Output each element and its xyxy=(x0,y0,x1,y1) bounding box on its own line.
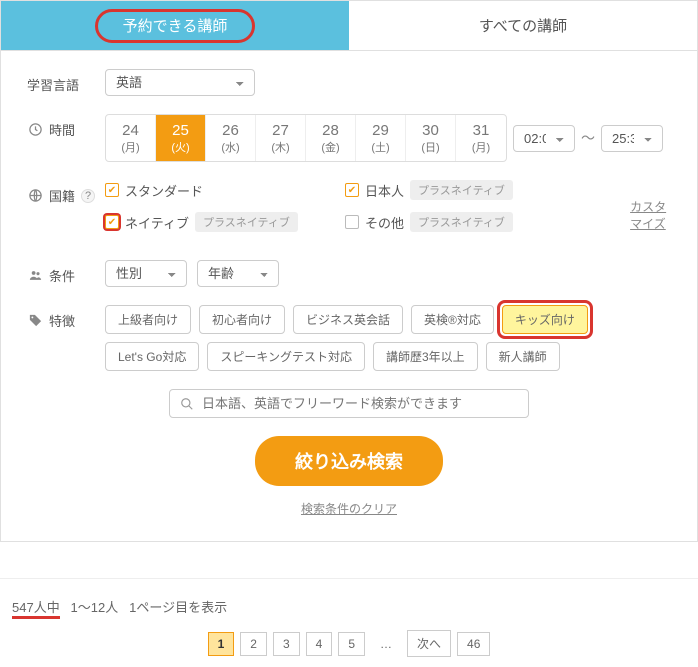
date-num: 27 xyxy=(272,122,289,139)
feature-tag[interactable]: ビジネス英会話 xyxy=(293,305,403,334)
page-ellipsis: … xyxy=(371,633,401,655)
time-from-select[interactable]: 02:00 xyxy=(513,125,575,152)
feature-tag[interactable]: 新人講師 xyxy=(486,342,560,371)
feature-tag[interactable]: 講師歴3年以上 xyxy=(373,342,478,371)
date-dow: (水) xyxy=(221,139,239,155)
pagination: 12345 … 次へ46 xyxy=(12,630,686,657)
row-label-time: 時間 xyxy=(27,114,105,139)
globe-icon xyxy=(27,188,43,204)
nationality-label: その他 xyxy=(365,213,404,232)
date-num: 28 xyxy=(322,122,339,139)
filter-search-button[interactable]: 絞り込み検索 xyxy=(255,436,443,486)
checkbox[interactable] xyxy=(345,215,359,229)
plus-native-tag: プラスネイティブ xyxy=(195,212,298,232)
row-label-language: 学習言語 xyxy=(27,69,105,94)
nationality-label: スタンダード xyxy=(125,181,203,200)
feature-tag[interactable]: 初心者向け xyxy=(199,305,285,334)
date-cell[interactable]: 31(月) xyxy=(456,115,506,161)
results-range: 1〜12人 xyxy=(71,600,119,615)
page-number[interactable]: 3 xyxy=(273,632,300,656)
feature-tag[interactable]: キッズ向け xyxy=(502,305,588,334)
row-label-features: 特徴 xyxy=(27,305,105,330)
date-cell[interactable]: 29(土) xyxy=(356,115,406,161)
date-num: 24 xyxy=(122,122,139,139)
checkbox[interactable]: ✔ xyxy=(105,183,119,197)
row-label-nationality: 国籍 ? xyxy=(27,180,105,205)
plus-native-tag: プラスネイティブ xyxy=(410,212,513,232)
tab-label: 予約できる講師 xyxy=(123,18,228,35)
date-cell[interactable]: 25(火) xyxy=(156,115,206,161)
date-cell[interactable]: 27(木) xyxy=(256,115,306,161)
customize-link[interactable]: カスタマイズ xyxy=(630,198,671,232)
date-num: 26 xyxy=(222,122,239,139)
checkbox[interactable]: ✔ xyxy=(105,215,119,229)
nationality-item: ✔ ネイティブプラスネイティブ xyxy=(105,212,305,232)
page-number[interactable]: 4 xyxy=(306,632,333,656)
time-to-select[interactable]: 25:30 xyxy=(601,125,663,152)
nationality-label: 日本人 xyxy=(365,181,404,200)
info-icon[interactable]: ? xyxy=(81,189,95,203)
feature-tags: 上級者向け初心者向けビジネス英会話英検®対応キッズ向け Let's Go対応スピー… xyxy=(105,305,671,371)
date-num: 31 xyxy=(473,122,490,139)
page-next[interactable]: 次へ xyxy=(407,630,451,657)
page-number[interactable]: 5 xyxy=(338,632,365,656)
nationality-label: ネイティブ xyxy=(125,213,189,232)
clear-filters-link[interactable]: 検索条件のクリア xyxy=(27,500,671,517)
tab-available-teachers[interactable]: 予約できる講師 xyxy=(1,1,349,50)
checkbox[interactable]: ✔ xyxy=(345,183,359,197)
language-select[interactable]: 英語 xyxy=(105,69,255,96)
feature-tag[interactable]: Let's Go対応 xyxy=(105,342,199,371)
tab-label: すべての講師 xyxy=(479,18,567,35)
date-num: 30 xyxy=(422,122,439,139)
date-picker: 24(月)25(火)26(水)27(木)28(金)29(土)30(日)31(月) xyxy=(105,114,507,162)
date-cell[interactable]: 28(金) xyxy=(306,115,356,161)
clock-icon xyxy=(27,122,43,138)
nationality-item: ✔ 日本人プラスネイティブ xyxy=(345,180,545,200)
page-number[interactable]: 1 xyxy=(208,632,235,656)
time-separator: 〜 xyxy=(581,128,595,148)
tab-all-teachers[interactable]: すべての講師 xyxy=(349,1,697,50)
search-input[interactable] xyxy=(202,396,518,411)
feature-tag[interactable]: 上級者向け xyxy=(105,305,191,334)
date-cell[interactable]: 26(水) xyxy=(206,115,256,161)
page-number[interactable]: 2 xyxy=(240,632,267,656)
highlight-rect xyxy=(497,300,593,339)
nationality-item: その他プラスネイティブ xyxy=(345,212,545,232)
date-cell[interactable]: 30(日) xyxy=(406,115,456,161)
tag-icon xyxy=(27,313,43,329)
search-box[interactable] xyxy=(169,389,529,418)
date-num: 25 xyxy=(172,122,189,139)
people-icon xyxy=(27,268,43,284)
page-last[interactable]: 46 xyxy=(457,632,490,656)
feature-tag[interactable]: 英検®対応 xyxy=(411,305,494,334)
date-dow: (月) xyxy=(472,139,490,155)
results-page: 1ページ目を表示 xyxy=(129,600,227,615)
row-label-conditions: 条件 xyxy=(27,260,105,285)
date-dow: (日) xyxy=(421,139,439,155)
gender-select[interactable]: 性別 xyxy=(105,260,187,287)
date-num: 29 xyxy=(372,122,389,139)
date-dow: (木) xyxy=(271,139,289,155)
age-select[interactable]: 年齢 xyxy=(197,260,279,287)
feature-tag[interactable]: スピーキングテスト対応 xyxy=(207,342,365,371)
plus-native-tag: プラスネイティブ xyxy=(410,180,513,200)
nationality-item: ✔ スタンダード xyxy=(105,181,305,200)
date-dow: (火) xyxy=(171,139,189,155)
results-total: 547人中 xyxy=(12,600,60,619)
results-info: 547人中 1〜12人 1ページ目を表示 xyxy=(12,597,686,616)
search-icon xyxy=(180,397,194,411)
date-dow: (月) xyxy=(121,139,139,155)
nationality-options: ✔スタンダード✔日本人プラスネイティブ✔ネイティブプラスネイティブその他プラスネ… xyxy=(105,180,630,232)
date-dow: (金) xyxy=(321,139,339,155)
date-cell[interactable]: 24(月) xyxy=(106,115,156,161)
date-dow: (土) xyxy=(371,139,389,155)
